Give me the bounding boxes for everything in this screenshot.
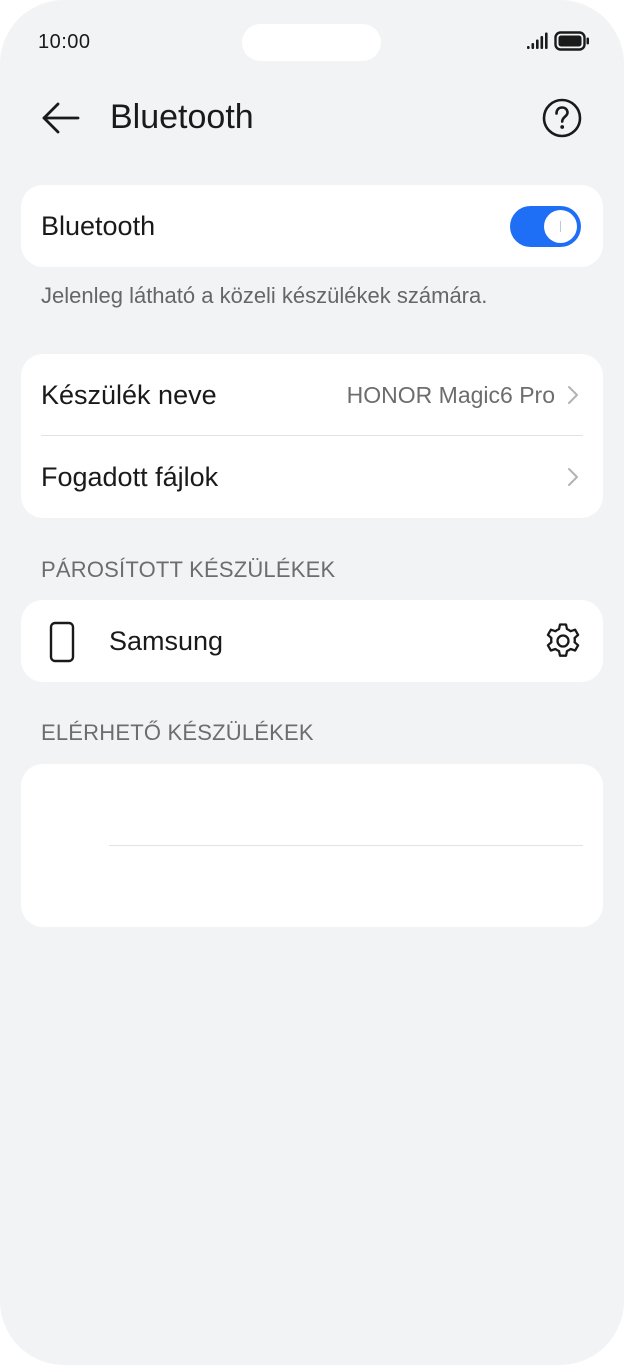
- bluetooth-toggle-card: Bluetooth: [21, 185, 603, 267]
- chevron-right-icon: [568, 386, 578, 404]
- page-title: Bluetooth: [110, 98, 254, 136]
- available-device-placeholder-row: [21, 846, 603, 928]
- status-bar: 10:00: [0, 0, 624, 84]
- arrow-left-icon: [42, 102, 80, 134]
- app-header: Bluetooth: [0, 84, 624, 154]
- phone-device-icon: [49, 621, 75, 663]
- back-button[interactable]: [36, 96, 88, 140]
- paired-devices-title: PÁROSÍTOTT KÉSZÜLÉKEK: [41, 557, 336, 582]
- available-device-placeholder-row: [21, 764, 603, 846]
- available-devices-card: [21, 764, 603, 927]
- question-circle-icon: [542, 98, 582, 138]
- bluetooth-toggle-row[interactable]: Bluetooth: [21, 185, 603, 267]
- device-name-label: Készülék neve: [41, 380, 217, 410]
- chevron-right-icon: [568, 468, 578, 486]
- received-files-row[interactable]: Fogadott fájlok: [21, 436, 603, 518]
- bluetooth-label: Bluetooth: [41, 211, 156, 241]
- signal-bars-icon: [527, 32, 548, 49]
- phone-screen: 10:00 Bluetooth Bluetooth Jelenleg látha…: [0, 0, 624, 1365]
- status-time: 10:00: [38, 31, 91, 53]
- camera-notch: [242, 24, 381, 61]
- paired-devices-card: Samsung: [21, 600, 603, 682]
- visibility-hint: Jelenleg látható a közeli készülékek szá…: [41, 283, 488, 308]
- device-settings-card: Készülék neve HONOR Magic6 Pro Fogadott …: [21, 354, 603, 518]
- paired-device-name: Samsung: [109, 626, 224, 656]
- received-files-label: Fogadott fájlok: [41, 462, 219, 492]
- paired-device-row[interactable]: Samsung: [21, 600, 603, 682]
- battery-full-icon: [554, 31, 589, 51]
- help-button[interactable]: [541, 97, 583, 139]
- device-name-row[interactable]: Készülék neve HONOR Magic6 Pro: [21, 354, 603, 436]
- toggle-knob: [544, 210, 577, 243]
- bluetooth-toggle[interactable]: [510, 206, 581, 247]
- gear-icon: [546, 623, 580, 657]
- available-devices-title: ELÉRHETŐ KÉSZÜLÉKEK: [41, 720, 314, 745]
- device-name-value: HONOR Magic6 Pro: [346, 382, 555, 408]
- device-settings-button[interactable]: [543, 621, 583, 661]
